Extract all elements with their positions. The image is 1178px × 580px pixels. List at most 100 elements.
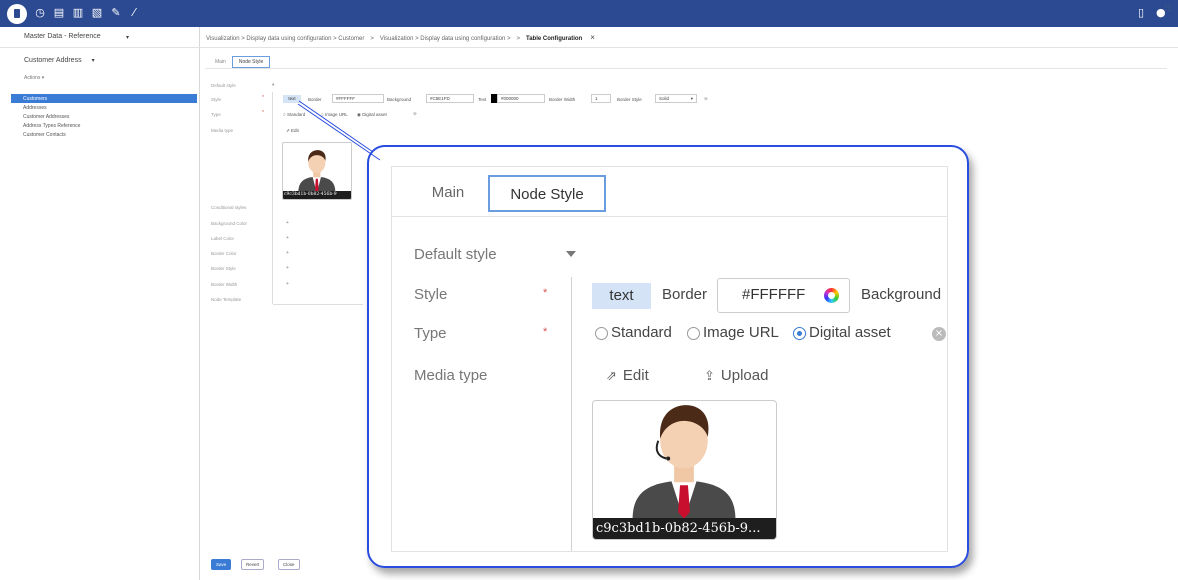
sidebar-item-address-types-reference[interactable]: Address Types Reference	[11, 121, 197, 130]
text-color-input[interactable]: #000000	[497, 94, 545, 103]
close-icon[interactable]: ×	[590, 33, 595, 42]
breadcrumb-link-visualization[interactable]: Visualization > Display data using confi…	[380, 36, 511, 42]
media-thumbnail-small[interactable]: c9c3bd1b-0b82-456b-9	[282, 142, 352, 200]
border-width-input[interactable]: 1	[591, 94, 611, 103]
clear-icon[interactable]: ⊗	[413, 111, 417, 117]
conditional-styles-label: Conditional styles	[211, 205, 247, 210]
style-text-chip[interactable]: text	[592, 283, 651, 309]
media-thumbnail[interactable]: c9c3bd1b-0b82-456b-9...	[592, 400, 777, 540]
book-icon[interactable]: ▥	[71, 6, 85, 20]
add-icon[interactable]: +	[286, 235, 289, 241]
radio-standard[interactable]	[595, 327, 608, 340]
media-caption: c9c3bd1b-0b82-456b-9...	[593, 518, 776, 539]
radio-image-url[interactable]	[687, 327, 700, 340]
sidebar-header-title: Master Data - Reference	[24, 33, 101, 40]
person-avatar-icon	[298, 150, 336, 193]
default-style-label: Default style	[211, 83, 236, 88]
tab-node-style[interactable]: Node Style	[231, 56, 271, 68]
upload-link[interactable]: ⇪ Upload	[704, 367, 768, 384]
border-color-value: #FFFFFF	[336, 96, 355, 101]
border-width-value: 1	[595, 96, 598, 101]
text-color-label: Text	[478, 97, 487, 102]
background-color-input[interactable]: #C5E1FD	[426, 94, 474, 103]
color-picker-icon[interactable]	[824, 288, 839, 303]
tab-divider	[205, 68, 1167, 69]
radio-image-url-label[interactable]: Image URL	[703, 324, 779, 341]
tab-bar: Main Node Style	[209, 56, 271, 68]
save-button[interactable]: Save	[211, 559, 232, 570]
node-template-label: Node Template	[211, 297, 242, 302]
edit-link[interactable]: ⇗ Edit	[606, 367, 649, 384]
add-icon[interactable]: +	[286, 265, 289, 271]
zoom-callout: Main Node Style Default style Style * Ty…	[391, 166, 948, 552]
border-label: Border	[662, 286, 708, 303]
radio-image-url-small[interactable]: ○ Image URL	[321, 112, 348, 117]
clear-icon[interactable]: ⊗	[704, 96, 708, 102]
chevron-down-icon[interactable]: ▾	[126, 34, 129, 41]
border-color-input[interactable]: #FFFFFF	[332, 94, 384, 103]
clear-icon[interactable]: ×	[932, 327, 946, 341]
clock-icon[interactable]: ◷	[33, 6, 47, 20]
type-label: Type	[211, 112, 221, 117]
edit-document-icon[interactable]: ▧	[90, 6, 104, 20]
radio-digital-asset-small-label: Digital asset	[362, 112, 387, 117]
breadcrumb: Visualization > Display data using confi…	[200, 27, 1178, 48]
app-logo-icon[interactable]	[7, 4, 27, 24]
media-type-label: Media type	[211, 128, 234, 133]
border-style-label: Border Style	[617, 97, 642, 102]
radio-standard-small[interactable]: ○ Standard	[283, 112, 305, 117]
style-label: Style	[211, 97, 222, 102]
border-label: Border	[308, 97, 322, 102]
background-label: Background	[387, 97, 412, 102]
radio-digital-asset[interactable]	[793, 327, 806, 340]
sidebar-item-addresses[interactable]: Addresses	[11, 103, 197, 112]
upload-icon: ⇪	[704, 369, 715, 384]
wand-icon[interactable]: ⁄	[127, 6, 141, 20]
close-button[interactable]: Close	[278, 559, 300, 570]
tab-node-style[interactable]: Node Style	[488, 175, 606, 212]
form-divider	[272, 92, 273, 304]
add-icon[interactable]: +	[286, 220, 289, 226]
chevron-down-icon[interactable]	[566, 251, 576, 257]
media-caption-small: c9c3bd1b-0b82-456b-9	[283, 191, 351, 199]
sidebar-item-customer-addresses[interactable]: Customer Addresses	[11, 112, 197, 121]
add-icon[interactable]: +	[286, 281, 289, 287]
radio-digital-asset-label[interactable]: Digital asset	[809, 324, 891, 341]
entity-title-label: Customer Address	[24, 57, 82, 64]
entity-title[interactable]: Customer Address ▾	[24, 57, 95, 64]
expand-icon[interactable]: ⛶	[1165, 6, 1170, 14]
person-avatar-icon	[632, 405, 736, 520]
sidebar-list: Customers Addresses Customer Addresses A…	[11, 94, 197, 139]
sidebar-header[interactable]: Master Data - Reference ▾	[0, 27, 200, 48]
type-label: Type	[414, 325, 447, 342]
radio-standard-small-label: Standard	[286, 112, 306, 117]
radio-digital-asset-small[interactable]: ◉ Digital asset	[357, 112, 387, 118]
style-text-chip[interactable]: text	[283, 95, 301, 103]
border-style-select[interactable]: Solid ▾	[655, 94, 697, 103]
actions-menu[interactable]: Actions ▾	[24, 75, 44, 81]
pin-icon[interactable]: ✎	[109, 6, 123, 20]
document-icon[interactable]: ▤	[52, 6, 66, 20]
zoom-tab-bar: Main Node Style	[392, 167, 947, 217]
form-divider	[273, 304, 363, 305]
book-open-icon[interactable]: ▯	[1138, 6, 1144, 19]
tab-main[interactable]: Main	[209, 57, 232, 67]
edit-link-small[interactable]: ⇗ Edit	[286, 128, 299, 134]
add-icon[interactable]: +	[286, 250, 289, 256]
required-marker: *	[543, 326, 548, 338]
text-color-value: #000000	[501, 96, 519, 101]
tab-main[interactable]: Main	[412, 175, 484, 212]
style-label: Style	[414, 286, 448, 303]
required-marker: *	[262, 95, 264, 101]
chevron-down-icon[interactable]: ▾	[272, 82, 274, 88]
sidebar-item-customer-contacts[interactable]: Customer Contacts	[11, 130, 197, 139]
sidebar-item-customers[interactable]: Customers	[11, 94, 197, 103]
form-divider	[571, 277, 572, 551]
revert-button[interactable]: Revert	[241, 559, 265, 570]
cond-border-width-label: Border Width	[211, 282, 238, 287]
breadcrumb-current: Table Configuration	[525, 36, 583, 42]
breadcrumb-link-customer[interactable]: Visualization > Display data using confi…	[206, 36, 364, 42]
border-color-value: #FFFFFF	[742, 286, 806, 303]
radio-standard-label[interactable]: Standard	[611, 324, 672, 341]
border-width-label: Border Width	[549, 97, 576, 102]
